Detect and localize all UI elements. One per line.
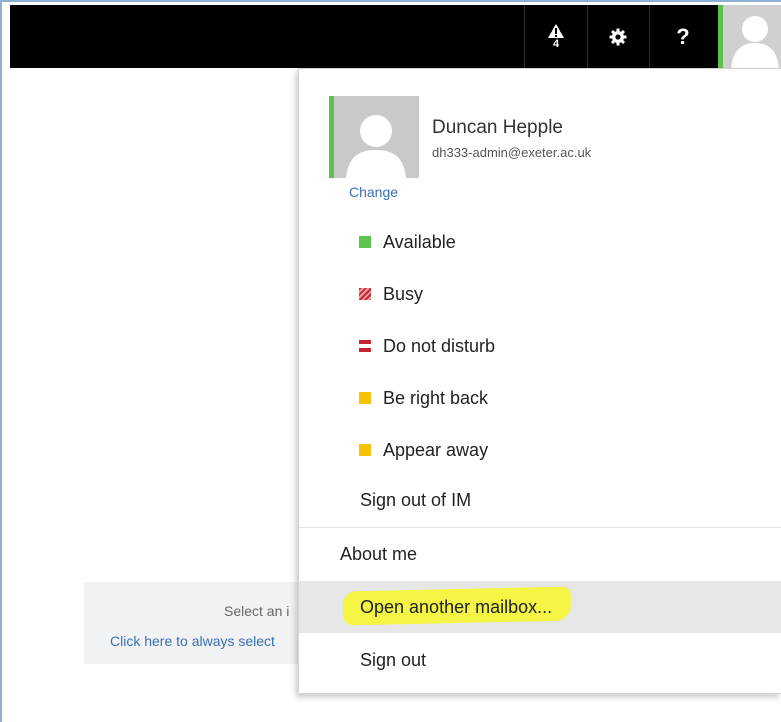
profile-picture [329,96,419,178]
menu-divider [299,527,781,528]
be-right-back-status-icon [359,392,371,404]
user-avatar-icon [346,115,406,178]
status-busy[interactable]: Busy [359,281,423,307]
notifications-button[interactable]: 4 [526,5,586,68]
status-label: Appear away [383,439,489,460]
do-not-disturb-status-icon [359,340,371,352]
available-status-icon [359,236,371,248]
busy-status-icon [359,288,371,300]
user-avatar-button[interactable] [718,5,781,68]
help-icon: ? [676,23,690,49]
sign-out-im-item[interactable]: Sign out of IM [360,490,471,511]
separator [524,5,525,68]
reading-pane-placeholder [84,582,304,664]
about-me-item[interactable]: About me [340,544,417,565]
user-avatar-icon [731,16,779,68]
status-label: Busy [383,283,424,304]
status-appear-away[interactable]: Appear away [359,437,488,463]
always-select-link[interactable]: Click here to always select [110,633,275,649]
help-button[interactable]: ? [650,5,716,68]
status-be-right-back[interactable]: Be right back [359,385,488,411]
warning-icon [548,23,564,38]
status-do-not-disturb[interactable]: Do not disturb [359,333,495,359]
status-label: Available [383,231,456,252]
status-label: Do not disturb [383,335,496,356]
settings-button[interactable] [588,5,648,68]
status-available[interactable]: Available [359,229,456,255]
sign-out-item[interactable]: Sign out [360,650,426,671]
top-bar: 4 ? [10,5,781,68]
status-label: Be right back [383,387,489,408]
change-photo-link[interactable]: Change [349,184,398,200]
select-item-text: Select an i [224,603,290,619]
appear-away-status-icon [359,444,371,456]
user-name: Duncan Hepple [432,117,563,138]
account-menu: Change Duncan Hepple dh333-admin@exeter.… [298,68,781,694]
user-email: dh333-admin@exeter.ac.uk [432,145,592,160]
gear-icon [609,28,627,45]
open-another-mailbox-item[interactable]: Open another mailbox... [360,597,552,618]
notification-count: 4 [552,37,560,50]
